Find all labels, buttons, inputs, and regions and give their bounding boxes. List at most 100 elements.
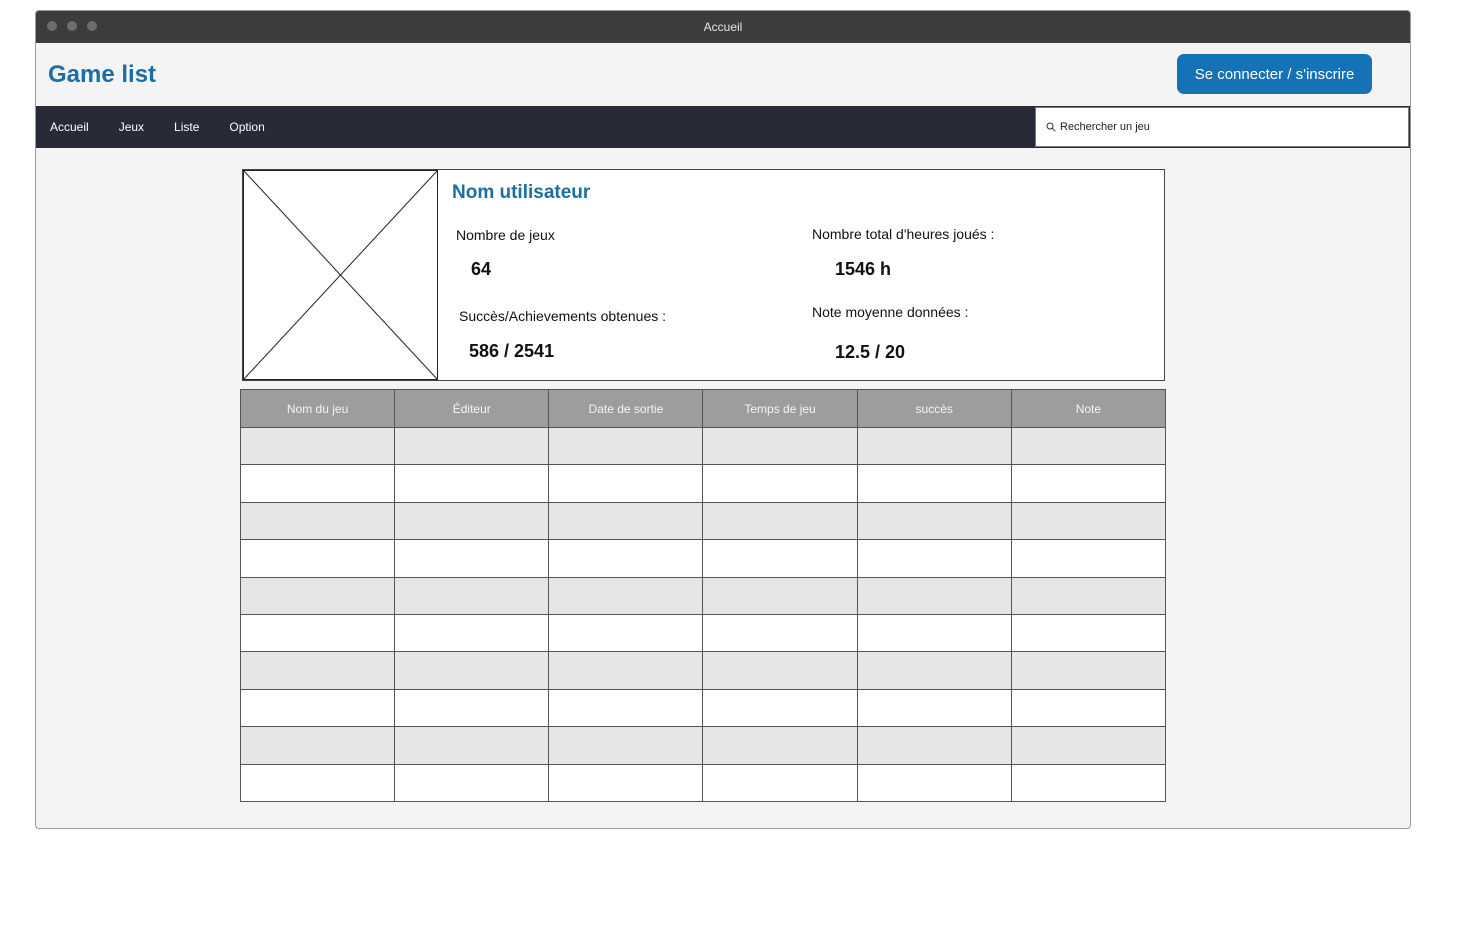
table-cell[interactable] <box>394 763 550 802</box>
table-row[interactable] <box>239 426 1167 466</box>
table-cell[interactable] <box>239 726 396 765</box>
table-cell[interactable] <box>702 426 858 466</box>
table-cell[interactable] <box>394 464 550 503</box>
table-cell[interactable] <box>1010 539 1167 578</box>
table-cell[interactable] <box>239 464 396 503</box>
table-cell[interactable] <box>394 688 550 728</box>
table-row[interactable] <box>239 464 1167 503</box>
table-cell[interactable] <box>394 539 550 578</box>
table-cell[interactable] <box>1010 426 1167 466</box>
table-cell[interactable] <box>394 726 550 765</box>
table-cell[interactable] <box>856 539 1012 578</box>
table-cell[interactable] <box>1010 576 1167 615</box>
table-cell[interactable] <box>856 426 1012 466</box>
column-header-play-time[interactable]: Temps de jeu <box>702 389 858 428</box>
table-cell[interactable] <box>1010 464 1167 503</box>
navbar: Accueil Jeux Liste Option Rechercher un … <box>36 106 1410 148</box>
table-cell[interactable] <box>702 763 858 802</box>
image-placeholder-icon <box>243 170 438 380</box>
close-window-button[interactable] <box>47 21 57 31</box>
table-cell[interactable] <box>394 613 550 653</box>
games-table: Nom du jeu Éditeur Date de sortie Temps … <box>239 389 1167 802</box>
table-cell[interactable] <box>702 576 858 615</box>
table-row[interactable] <box>239 576 1167 615</box>
app-title: Game list <box>48 61 157 88</box>
table-cell[interactable] <box>548 501 704 541</box>
table-cell[interactable] <box>548 688 704 728</box>
table-cell[interactable] <box>856 726 1012 765</box>
table-cell[interactable] <box>1010 763 1167 802</box>
search-input[interactable]: Rechercher un jeu <box>1035 107 1409 147</box>
table-cell[interactable] <box>394 426 550 466</box>
table-row[interactable] <box>239 688 1167 728</box>
table-cell[interactable] <box>239 651 396 690</box>
nav-item-liste[interactable]: Liste <box>159 120 214 134</box>
table-cell[interactable] <box>239 613 396 653</box>
total-hours-value: 1546 h <box>835 259 892 279</box>
column-header-release-date[interactable]: Date de sortie <box>548 389 704 428</box>
table-cell[interactable] <box>239 501 396 541</box>
table-cell[interactable] <box>548 763 704 802</box>
table-cell[interactable] <box>548 613 704 653</box>
column-header-game-name[interactable]: Nom du jeu <box>239 389 396 428</box>
nav-item-jeux[interactable]: Jeux <box>104 120 159 134</box>
table-row[interactable] <box>239 651 1167 690</box>
table-cell[interactable] <box>548 651 704 690</box>
table-cell[interactable] <box>856 576 1012 615</box>
table-cell[interactable] <box>856 763 1012 802</box>
table-cell[interactable] <box>702 539 858 578</box>
table-cell[interactable] <box>239 539 396 578</box>
table-cell[interactable] <box>239 576 396 615</box>
table-cell[interactable] <box>856 501 1012 541</box>
table-cell[interactable] <box>1010 613 1167 653</box>
table-cell[interactable] <box>394 576 550 615</box>
table-row[interactable] <box>239 613 1167 653</box>
table-cell[interactable] <box>394 651 550 690</box>
table-cell[interactable] <box>548 539 704 578</box>
window-controls <box>47 21 97 31</box>
achievements-label: Succès/Achievements obtenues : <box>459 308 667 324</box>
table-cell[interactable] <box>702 501 858 541</box>
maximize-window-button[interactable] <box>87 21 97 31</box>
search-icon <box>1046 122 1056 132</box>
table-cell[interactable] <box>394 501 550 541</box>
minimize-window-button[interactable] <box>67 21 77 31</box>
table-cell[interactable] <box>702 726 858 765</box>
column-header-publisher[interactable]: Éditeur <box>394 389 550 428</box>
search-placeholder: Rechercher un jeu <box>1060 121 1150 133</box>
table-cell[interactable] <box>239 426 396 466</box>
table-cell[interactable] <box>856 688 1012 728</box>
games-count-label: Nombre de jeux <box>456 227 555 243</box>
table-cell[interactable] <box>548 576 704 615</box>
nav-item-accueil[interactable]: Accueil <box>36 120 104 134</box>
table-cell[interactable] <box>856 613 1012 653</box>
table-cell[interactable] <box>239 688 396 728</box>
table-cell[interactable] <box>1010 688 1167 728</box>
table-cell[interactable] <box>239 763 396 802</box>
column-header-achievements[interactable]: succès <box>856 389 1012 428</box>
table-header-row: Nom du jeu Éditeur Date de sortie Temps … <box>239 389 1167 428</box>
table-cell[interactable] <box>548 464 704 503</box>
table-cell[interactable] <box>702 613 858 653</box>
column-header-rating[interactable]: Note <box>1010 389 1167 428</box>
title-bar: Accueil <box>36 11 1410 43</box>
login-signup-button[interactable]: Se connecter / s'inscrire <box>1177 54 1372 94</box>
table-cell[interactable] <box>1010 651 1167 690</box>
table-cell[interactable] <box>702 688 858 728</box>
table-row[interactable] <box>239 501 1167 541</box>
table-row[interactable] <box>239 726 1167 765</box>
table-cell[interactable] <box>548 426 704 466</box>
nav-item-option[interactable]: Option <box>214 120 279 134</box>
avatar-placeholder <box>243 170 438 380</box>
table-cell[interactable] <box>1010 726 1167 765</box>
table-row[interactable] <box>239 539 1167 578</box>
table-row[interactable] <box>239 763 1167 802</box>
table-cell[interactable] <box>702 651 858 690</box>
table-body <box>239 426 1167 802</box>
table-cell[interactable] <box>548 726 704 765</box>
table-cell[interactable] <box>702 464 858 503</box>
table-cell[interactable] <box>856 464 1012 503</box>
table-cell[interactable] <box>856 651 1012 690</box>
achievements-value: 586 / 2541 <box>469 341 555 361</box>
table-cell[interactable] <box>1010 501 1167 541</box>
